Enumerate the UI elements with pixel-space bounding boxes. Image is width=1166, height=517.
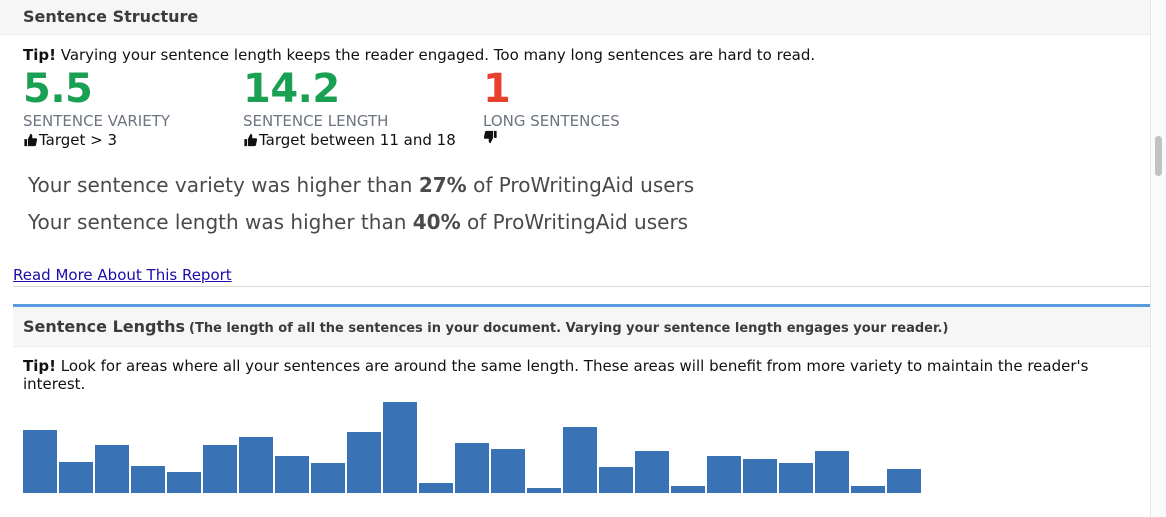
lengths-tip: Tip! Look for areas where all your sente… — [23, 357, 1133, 393]
sentence-bar[interactable] — [563, 427, 597, 493]
metric-target: Target between 11 and 18 — [243, 130, 456, 150]
thumbs-up-icon — [24, 133, 38, 147]
variety-percent: 27% — [418, 173, 467, 197]
length-comparison: Your sentence length was higher than 40%… — [28, 210, 689, 234]
sentence-bar[interactable] — [95, 445, 129, 493]
sentence-bar[interactable] — [815, 451, 849, 493]
sentence-lengths-chart — [23, 400, 923, 493]
sentence-bar[interactable] — [851, 486, 885, 493]
sentence-bar[interactable] — [491, 449, 525, 493]
vertical-scrollbar[interactable] — [1150, 0, 1166, 517]
metric-long-sentences: 1 LONG SENTENCES — [483, 66, 620, 144]
sentence-bar[interactable] — [743, 459, 777, 493]
metric-label: SENTENCE LENGTH — [243, 112, 389, 130]
section-subtitle: (The length of all the sentences in your… — [189, 321, 949, 336]
sentence-bar[interactable] — [239, 437, 273, 493]
sentence-bar[interactable] — [383, 402, 417, 493]
metric-target: Target > 3 — [23, 130, 170, 150]
sentence-bar[interactable] — [347, 432, 381, 493]
thumbs-down-icon — [483, 130, 497, 144]
sentence-bar[interactable] — [167, 472, 201, 493]
sentence-bar[interactable] — [275, 456, 309, 493]
variety-comparison: Your sentence variety was higher than 27… — [28, 173, 695, 197]
metric-label: LONG SENTENCES — [483, 112, 620, 130]
structure-tip: Tip! Varying your sentence length keeps … — [23, 46, 815, 64]
sentence-lengths-header: Sentence Lengths (The length of all the s… — [13, 307, 1150, 347]
divider — [13, 286, 1150, 287]
sentence-bar[interactable] — [59, 462, 93, 493]
metric-sentence-length: 14.2 SENTENCE LENGTH Target between 11 a… — [243, 66, 456, 150]
metric-target-text: Target between 11 and 18 — [259, 131, 456, 149]
sentence-bar[interactable] — [455, 443, 489, 493]
sentence-bar[interactable] — [635, 451, 669, 493]
tip-label: Tip! — [23, 357, 56, 375]
sentence-bar[interactable] — [671, 486, 705, 493]
sentence-bar[interactable] — [23, 430, 57, 493]
sentence-bar[interactable] — [779, 463, 813, 493]
tip-text: Varying your sentence length keeps the r… — [55, 46, 816, 64]
sentence-bar[interactable] — [887, 469, 921, 493]
sentence-bar[interactable] — [599, 467, 633, 493]
sentence-bar[interactable] — [527, 488, 561, 493]
sentence-bar[interactable] — [203, 445, 237, 493]
sentence-bar[interactable] — [131, 466, 165, 493]
sentence-bar[interactable] — [419, 483, 453, 493]
tip-label: Tip! — [23, 46, 56, 64]
metric-target — [483, 130, 620, 144]
length-percent: 40% — [412, 210, 461, 234]
read-more-link[interactable]: Read More About This Report — [13, 266, 232, 284]
thumbs-up-icon — [244, 133, 258, 147]
metric-value: 5.5 — [23, 66, 93, 112]
metric-value: 1 — [483, 66, 511, 112]
section-title: Sentence Lengths (The length of all the s… — [23, 317, 949, 336]
metric-value: 14.2 — [243, 66, 340, 112]
section-title: Sentence Structure — [23, 7, 199, 26]
sentence-bar[interactable] — [311, 463, 345, 493]
tip-text: Look for areas where all your sentences … — [23, 357, 1089, 393]
metric-label: SENTENCE VARIETY — [23, 112, 171, 130]
sentence-bar[interactable] — [707, 456, 741, 493]
metric-sentence-variety: 5.5 SENTENCE VARIETY Target > 3 — [23, 66, 170, 150]
bar-chart-svg — [23, 402, 921, 493]
metric-target-text: Target > 3 — [39, 131, 118, 149]
scrollbar-thumb[interactable] — [1155, 136, 1162, 176]
sentence-structure-header: Sentence Structure — [0, 0, 1150, 35]
